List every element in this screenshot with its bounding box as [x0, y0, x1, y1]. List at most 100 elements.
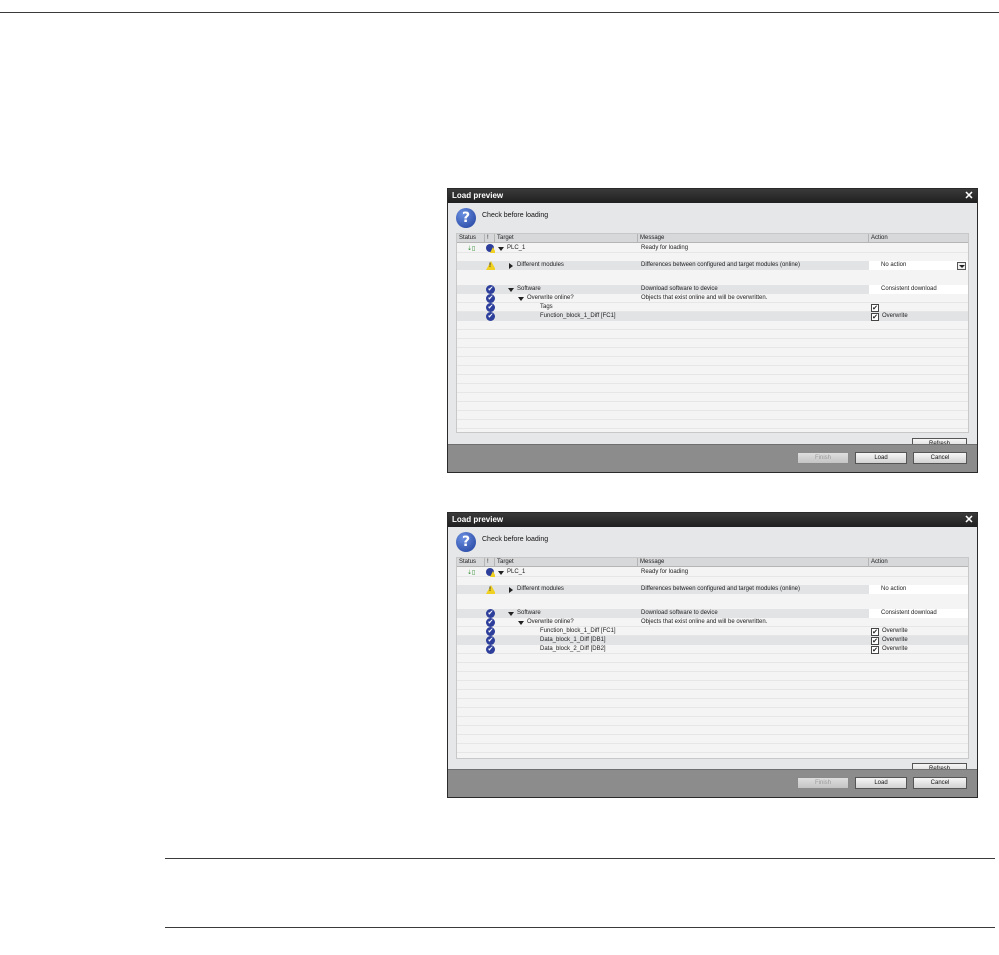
action-value[interactable]: Consistent download	[869, 609, 968, 618]
empty-row	[457, 384, 968, 393]
checkbox-label: Overwrite	[882, 637, 908, 643]
checkbox[interactable]: ✔	[871, 304, 879, 312]
question-icon: ?	[456, 532, 476, 552]
checkbox-label: Overwrite	[882, 313, 908, 319]
target-label: Software	[517, 286, 541, 292]
table-header: Status ! Target Message Action	[457, 558, 968, 567]
target-label: Different modules	[517, 262, 564, 268]
table-row-overwrite[interactable]: ✔ Overwrite online? Objects that exist o…	[457, 294, 968, 303]
top-rule	[0, 12, 999, 13]
ok-check-icon: ✔	[486, 627, 495, 636]
target-label: PLC_1	[507, 245, 526, 251]
table-row-data-block-1[interactable]: ✔ Data_block_1_Diff [DB1] ✔ Overwrite	[457, 636, 968, 645]
empty-row	[457, 411, 968, 420]
empty-row	[457, 654, 968, 663]
expand-arrow-icon[interactable]	[508, 288, 514, 292]
table-row-modules[interactable]: ! Different modules Differences between …	[457, 585, 968, 594]
column-bang[interactable]: !	[485, 558, 495, 567]
empty-row	[457, 735, 968, 744]
load-preview-dialog-2: Load preview ✕ ? Check before loading St…	[447, 512, 978, 798]
empty-row	[457, 690, 968, 699]
column-status[interactable]: Status	[457, 558, 485, 567]
checkbox-label: Overwrite	[882, 646, 908, 652]
empty-row	[457, 726, 968, 735]
target-label: Different modules	[517, 586, 564, 592]
empty-row	[457, 717, 968, 726]
empty-row	[457, 393, 968, 402]
action-value[interactable]: Consistent download	[869, 285, 968, 294]
action-select-value: No action	[881, 262, 907, 268]
column-message[interactable]: Message	[638, 234, 869, 243]
target-label: Overwrite online?	[527, 619, 574, 625]
empty-row	[457, 708, 968, 717]
finish-button[interactable]: Finish	[797, 777, 849, 789]
collapse-arrow-icon[interactable]	[509, 587, 513, 593]
checkbox-label: Overwrite	[882, 628, 908, 634]
column-target[interactable]: Target	[495, 234, 638, 243]
table-row-tags[interactable]: ✔ Tags ✔	[457, 303, 968, 312]
expand-arrow-icon[interactable]	[498, 571, 504, 575]
checkbox[interactable]: ✔	[871, 646, 879, 654]
expand-arrow-icon[interactable]	[518, 297, 524, 301]
column-target[interactable]: Target	[495, 558, 638, 567]
expand-arrow-icon[interactable]	[498, 247, 504, 251]
message-text: Ready for loading	[641, 245, 689, 251]
empty-row	[457, 672, 968, 681]
close-icon[interactable]: ✕	[964, 513, 974, 527]
message-text: Download software to device	[641, 286, 718, 292]
target-label: Function_block_1_Diff [FC1]	[540, 628, 616, 634]
close-icon[interactable]: ✕	[964, 189, 974, 203]
message-text: Differences between configured and targe…	[641, 262, 800, 268]
note-rule-bottom	[165, 927, 995, 928]
table-row-plc[interactable]: ⇣▯ PLC_1 Ready for loading	[457, 568, 968, 577]
ok-check-icon: ✔	[486, 312, 495, 321]
empty-row	[457, 699, 968, 708]
dialog-footer: Finish Load Cancel	[448, 444, 977, 472]
expand-arrow-icon[interactable]	[508, 612, 514, 616]
table-row-software[interactable]: ✔ Software Download software to device C…	[457, 609, 968, 618]
checkbox[interactable]: ✔	[871, 637, 879, 645]
message-text: Objects that exist online and will be ov…	[641, 619, 768, 625]
action-select[interactable]: No action	[869, 585, 968, 594]
empty-row	[457, 348, 968, 357]
cancel-button[interactable]: Cancel	[913, 777, 967, 789]
message-text: Ready for loading	[641, 569, 689, 575]
checkbox[interactable]: ✔	[871, 313, 879, 321]
table-row-modules[interactable]: ! Different modules Differences between …	[457, 261, 968, 270]
table-row-function-block[interactable]: ✔ Function_block_1_Diff [FC1] ✔ Overwrit…	[457, 627, 968, 636]
load-button[interactable]: Load	[855, 452, 907, 464]
note-rule-top	[165, 858, 995, 859]
table-row-overwrite[interactable]: ✔ Overwrite online? Objects that exist o…	[457, 618, 968, 627]
cancel-button[interactable]: Cancel	[913, 452, 967, 464]
empty-row	[457, 339, 968, 348]
table-row-plc[interactable]: ⇣▯ PLC_1 Ready for loading	[457, 244, 968, 253]
empty-row	[457, 744, 968, 753]
column-message[interactable]: Message	[638, 558, 869, 567]
load-button[interactable]: Load	[855, 777, 907, 789]
empty-row	[457, 402, 968, 411]
table-row-data-block-2[interactable]: ✔ Data_block_2_Diff [DB2] ✔ Overwrite	[457, 645, 968, 654]
expand-arrow-icon[interactable]	[518, 621, 524, 625]
ok-check-icon: ✔	[486, 636, 495, 645]
chevron-down-icon[interactable]	[957, 262, 966, 270]
collapse-arrow-icon[interactable]	[509, 263, 513, 269]
column-action[interactable]: Action	[869, 234, 968, 243]
finish-button[interactable]: Finish	[797, 452, 849, 464]
column-status[interactable]: Status	[457, 234, 485, 243]
empty-row	[457, 321, 968, 330]
column-action[interactable]: Action	[869, 558, 968, 567]
target-label: Data_block_2_Diff [DB2]	[540, 646, 606, 652]
ok-check-icon: ✔	[486, 645, 495, 654]
table-row-software[interactable]: ✔ Software Download software to device C…	[457, 285, 968, 294]
checkbox[interactable]: ✔	[871, 628, 879, 636]
target-label: Function_block_1_Diff [FC1]	[540, 313, 616, 319]
empty-row	[457, 681, 968, 690]
table-row-function-block[interactable]: ✔ Function_block_1_Diff [FC1] ✔ Overwrit…	[457, 312, 968, 321]
column-bang[interactable]: !	[485, 234, 495, 243]
target-label: Overwrite online?	[527, 295, 574, 301]
dialog-title: Load preview	[448, 189, 977, 203]
message-text: Objects that exist online and will be ov…	[641, 295, 768, 301]
action-select[interactable]: No action	[869, 261, 968, 270]
empty-row	[457, 375, 968, 384]
target-label: Tags	[540, 304, 553, 310]
